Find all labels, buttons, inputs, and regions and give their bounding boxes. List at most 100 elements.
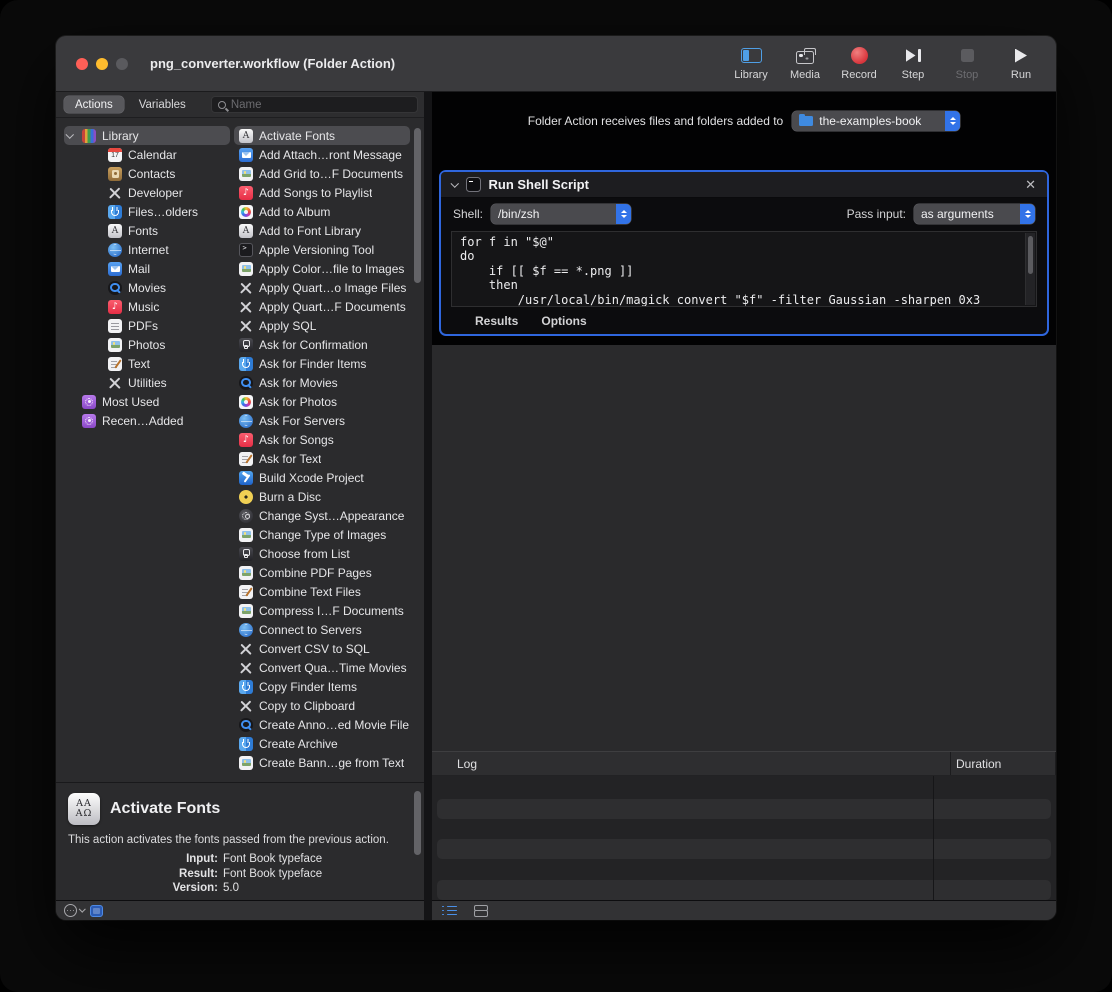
action-item-apply-quart-f-documents[interactable]: Apply Quart…F Documents: [234, 297, 410, 316]
action-item-ask-for-finder-items[interactable]: Ask for Finder Items: [234, 354, 410, 373]
globe-icon: [108, 243, 122, 257]
sidebar-item-label: Fonts: [128, 224, 158, 238]
more-options-button[interactable]: [64, 904, 85, 917]
sidebar-item-library[interactable]: Library: [64, 126, 230, 145]
action-item-label: Add Songs to Playlist: [259, 186, 372, 200]
sidebar-item-most-used[interactable]: Most Used: [64, 392, 230, 411]
close-block-button[interactable]: ✕: [1025, 178, 1036, 191]
sidebar-item-label: Developer: [128, 186, 183, 200]
sidebar-item-files-olders[interactable]: Files…olders: [64, 202, 230, 221]
tab-variables[interactable]: Variables: [128, 96, 197, 113]
action-item-compress-i-f-documents[interactable]: Compress I…F Documents: [234, 601, 410, 620]
action-item-label: Add Attach…ront Message: [259, 148, 402, 162]
action-item-apply-quart-o-image-files[interactable]: Apply Quart…o Image Files: [234, 278, 410, 297]
log-header[interactable]: Log Duration: [432, 752, 1056, 776]
search-field[interactable]: [211, 96, 418, 113]
sidebar-item-fonts[interactable]: Fonts: [64, 221, 230, 240]
traffic-lights: [76, 58, 128, 70]
action-item-apply-color-file-to-images[interactable]: Apply Color…file to Images: [234, 259, 410, 278]
disclosure-chevron-icon[interactable]: [66, 130, 74, 138]
run-shell-script-block: Run Shell Script ✕ Shell: /bin/zsh: [439, 170, 1049, 336]
photos-icon: [239, 205, 253, 219]
close-button[interactable]: [76, 58, 88, 70]
actions-scrollbar[interactable]: [414, 128, 421, 283]
x-icon: [239, 699, 253, 713]
folder-dropdown[interactable]: the-examples-book: [792, 111, 960, 131]
titlebar[interactable]: png_converter.workflow (Folder Action) L…: [56, 36, 1056, 92]
disclosure-chevron-icon[interactable]: [451, 179, 459, 187]
results-tab[interactable]: Results: [475, 314, 518, 328]
sidebar-item-utilities[interactable]: Utilities: [64, 373, 230, 392]
contacts-icon: [108, 167, 122, 181]
block-header[interactable]: Run Shell Script ✕: [441, 172, 1047, 198]
action-item-label: Compress I…F Documents: [259, 604, 404, 618]
sidebar-item-label: Files…olders: [128, 205, 198, 219]
action-item-burn-a-disc[interactable]: Burn a Disc: [234, 487, 410, 506]
options-tab[interactable]: Options: [541, 314, 586, 328]
library-sidebar: LibraryCalendarContacts Developer Files…ol…: [56, 118, 232, 782]
action-item-ask-for-movies[interactable]: Ask for Movies: [234, 373, 410, 392]
action-item-add-to-font-library[interactable]: Add to Font Library: [234, 221, 410, 240]
action-item-ask-for-songs[interactable]: Ask for Songs: [234, 430, 410, 449]
action-item-create-bann-ge-from-text[interactable]: Create Bann…ge from Text: [234, 753, 410, 772]
step-button[interactable]: Step: [892, 47, 934, 81]
record-button[interactable]: Record: [838, 47, 880, 81]
sidebar-item-photos[interactable]: Photos: [64, 335, 230, 354]
action-item-activate-fonts[interactable]: Activate Fonts: [234, 126, 410, 145]
action-item-change-syst-appearance[interactable]: Change Syst…Appearance: [234, 506, 410, 525]
sidebar-item-calendar[interactable]: Calendar: [64, 145, 230, 164]
workflow-canvas[interactable]: [432, 345, 1056, 751]
action-item-add-attach-ront-message[interactable]: Add Attach…ront Message: [234, 145, 410, 164]
description-scrollbar[interactable]: [414, 791, 421, 855]
action-item-label: Convert Qua…Time Movies: [259, 661, 407, 675]
action-item-combine-pdf-pages[interactable]: Combine PDF Pages: [234, 563, 410, 582]
sidebar-item-internet[interactable]: Internet: [64, 240, 230, 259]
run-button[interactable]: Run: [1000, 47, 1042, 81]
sidebar-item-pdfs[interactable]: PDFs: [64, 316, 230, 335]
action-item-combine-text-files[interactable]: Combine Text Files: [234, 582, 410, 601]
group-view-button[interactable]: [474, 904, 488, 917]
action-item-ask-for-photos[interactable]: Ask for Photos: [234, 392, 410, 411]
action-item-change-type-of-images[interactable]: Change Type of Images: [234, 525, 410, 544]
workflow-badge-icon[interactable]: [90, 905, 103, 917]
media-button[interactable]: Media: [784, 47, 826, 81]
pass-input-dropdown[interactable]: as arguments: [914, 204, 1035, 224]
zoom-button[interactable]: [116, 58, 128, 70]
search-input[interactable]: [231, 99, 417, 111]
action-item-connect-to-servers[interactable]: Connect to Servers: [234, 620, 410, 639]
action-item-convert-qua-time-movies[interactable]: Convert Qua…Time Movies: [234, 658, 410, 677]
action-item-label: Apply Quart…F Documents: [259, 300, 406, 314]
sidebar-item-developer[interactable]: Developer: [64, 183, 230, 202]
library-button[interactable]: Library: [730, 47, 772, 81]
sidebar-item-recen-added[interactable]: Recen…Added: [64, 411, 230, 430]
action-item-add-songs-to-playlist[interactable]: Add Songs to Playlist: [234, 183, 410, 202]
pass-input-label: Pass input:: [847, 207, 906, 221]
list-view-button[interactable]: [442, 905, 457, 916]
action-item-ask-for-text[interactable]: Ask for Text: [234, 449, 410, 468]
x-icon: [108, 186, 122, 200]
action-item-copy-to-clipboard[interactable]: Copy to Clipboard: [234, 696, 410, 715]
sidebar-item-music[interactable]: Music: [64, 297, 230, 316]
tab-actions[interactable]: Actions: [64, 96, 124, 113]
action-item-add-grid-to-f-documents[interactable]: Add Grid to…F Documents: [234, 164, 410, 183]
action-item-copy-finder-items[interactable]: Copy Finder Items: [234, 677, 410, 696]
action-item-add-to-album[interactable]: Add to Album: [234, 202, 410, 221]
action-item-choose-from-list[interactable]: Choose from List: [234, 544, 410, 563]
sidebar-item-contacts[interactable]: Contacts: [64, 164, 230, 183]
action-item-create-archive[interactable]: Create Archive: [234, 734, 410, 753]
action-item-apply-sql[interactable]: Apply SQL: [234, 316, 410, 335]
action-item-ask-for-servers[interactable]: Ask For Servers: [234, 411, 410, 430]
action-item-create-anno-ed-movie-file[interactable]: Create Anno…ed Movie File: [234, 715, 410, 734]
action-item-build-xcode-project[interactable]: Build Xcode Project: [234, 468, 410, 487]
action-item-convert-csv-to-sql[interactable]: Convert CSV to SQL: [234, 639, 410, 658]
minimize-button[interactable]: [96, 58, 108, 70]
shell-dropdown[interactable]: /bin/zsh: [491, 204, 631, 224]
sidebar-item-movies[interactable]: Movies: [64, 278, 230, 297]
action-item-ask-for-confirmation[interactable]: Ask for Confirmation: [234, 335, 410, 354]
action-item-apple-versioning-tool[interactable]: Apple Versioning Tool: [234, 240, 410, 259]
sidebar-item-text[interactable]: Text: [64, 354, 230, 373]
field-value: Font Book typeface: [223, 853, 408, 865]
sidebar-item-mail[interactable]: Mail: [64, 259, 230, 278]
shell-script-editor[interactable]: for f in "$@"do if [[ $f == *.png ]] the…: [451, 231, 1037, 307]
code-scrollbar[interactable]: [1025, 233, 1035, 305]
